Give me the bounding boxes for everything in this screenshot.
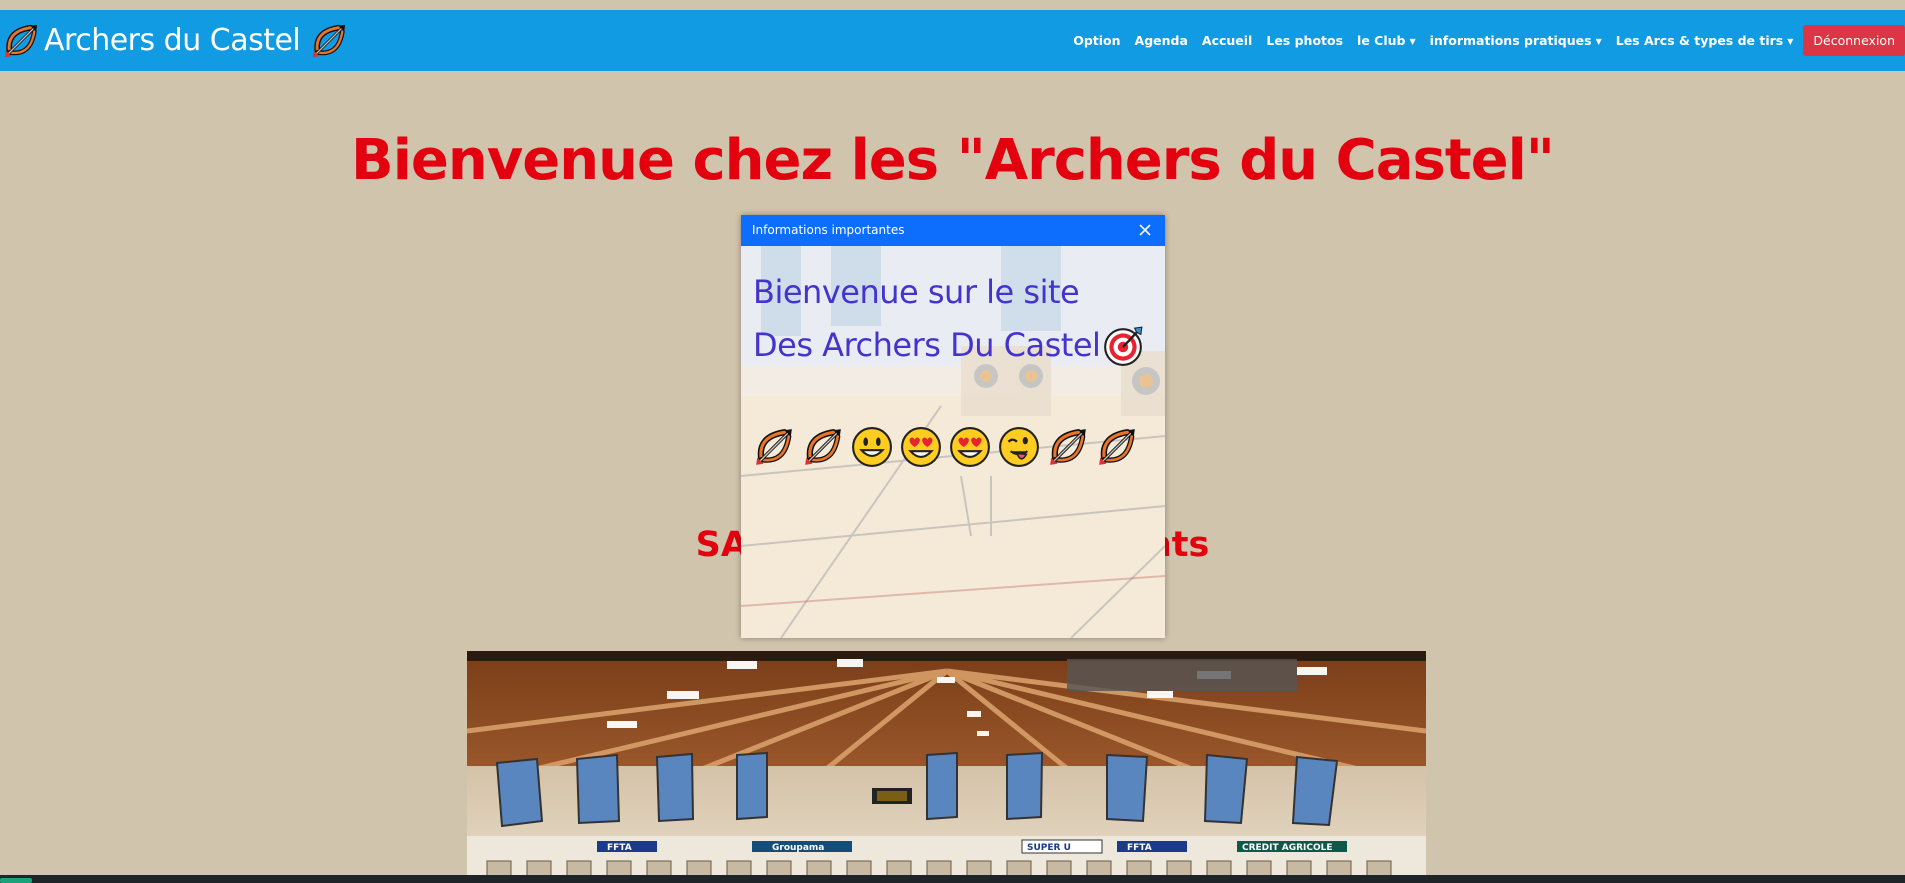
direct-hit-target-icon <box>1102 325 1144 367</box>
nav-link-label: Option <box>1073 33 1121 48</box>
nav-dropdown-club[interactable]: le Club ▼ <box>1357 33 1416 48</box>
nav-link-label: informations pratiques <box>1429 33 1592 48</box>
heart-eyes-icon <box>900 426 942 468</box>
site-name-line: Des Archers Du Castel <box>753 319 1144 372</box>
bow-and-arrow-icon <box>753 426 795 468</box>
archery-hall-photo: FFTA Groupama SUPER U FFTA CREDIT AGRICO… <box>467 651 1426 883</box>
hall-photo-graphic: FFTA Groupama SUPER U FFTA CREDIT AGRICO… <box>467 651 1426 883</box>
modal-body: Bienvenue sur le site Des Archers Du Cas… <box>741 246 1165 638</box>
taskbar-app-icon[interactable] <box>0 878 32 883</box>
brand[interactable]: Archers du Castel <box>0 10 352 71</box>
logout-button[interactable]: Déconnexion <box>1803 25 1905 56</box>
banner-super-u: SUPER U <box>1027 843 1071 853</box>
brand-name[interactable]: Archers du Castel <box>44 23 301 58</box>
caret-down-icon: ▼ <box>1787 37 1794 46</box>
winking-tongue-icon <box>998 426 1040 468</box>
close-icon[interactable] <box>1133 218 1157 242</box>
bow-and-arrow-icon <box>2 22 40 60</box>
nav-link-label: Les photos <box>1266 33 1344 48</box>
navbar: Archers du Castel Option Agenda Accueil … <box>0 10 1905 71</box>
nav-link-accueil[interactable]: Accueil <box>1202 33 1252 48</box>
bow-and-arrow-icon <box>1047 426 1089 468</box>
nav-link-label: Agenda <box>1134 33 1188 48</box>
nav-link-agenda[interactable]: Agenda <box>1135 33 1188 48</box>
os-taskbar <box>0 875 1905 883</box>
caret-down-icon: ▼ <box>1595 37 1602 46</box>
heart-eyes-icon <box>949 426 991 468</box>
top-strip <box>0 0 1905 10</box>
nav-link-label: Les Arcs & types de tirs <box>1615 33 1784 48</box>
nav-dropdown-arcs-types-tirs[interactable]: Les Arcs & types de tirs ▼ <box>1616 33 1794 48</box>
welcome-line: Bienvenue sur le site <box>753 273 1080 311</box>
info-modal: Informations importantes Bienvenue sur l… <box>741 215 1165 638</box>
modal-title: Informations importantes <box>752 223 905 237</box>
nav-link-label: Accueil <box>1201 33 1253 48</box>
banner-ffta: FFTA <box>607 843 632 853</box>
grinning-face-icon <box>851 426 893 468</box>
caret-down-icon: ▼ <box>1409 37 1416 46</box>
site-name-text: Des Archers Du Castel <box>753 326 1101 364</box>
nav-link-label: le Club <box>1357 33 1406 48</box>
banner-ffta-2: FFTA <box>1127 843 1152 853</box>
bow-and-arrow-icon <box>1096 426 1138 468</box>
modal-message: Bienvenue sur le site Des Archers Du Cas… <box>753 266 1144 372</box>
modal-header: Informations importantes <box>741 215 1165 246</box>
nav-link-photos[interactable]: Les photos <box>1266 33 1343 48</box>
nav-links: Option Agenda Accueil Les photos le Club… <box>1066 10 1905 71</box>
page-title: Bienvenue chez les "Archers du Castel" <box>351 128 1555 193</box>
banner-credit-agricole: CREDIT AGRICOLE <box>1242 843 1333 853</box>
nav-link-option[interactable]: Option <box>1073 33 1120 48</box>
banner-groupama: Groupama <box>772 843 824 853</box>
emoji-row <box>753 426 1138 468</box>
bow-and-arrow-icon <box>310 22 348 60</box>
bow-and-arrow-icon <box>802 426 844 468</box>
nav-dropdown-infos-pratiques[interactable]: informations pratiques ▼ <box>1430 33 1602 48</box>
